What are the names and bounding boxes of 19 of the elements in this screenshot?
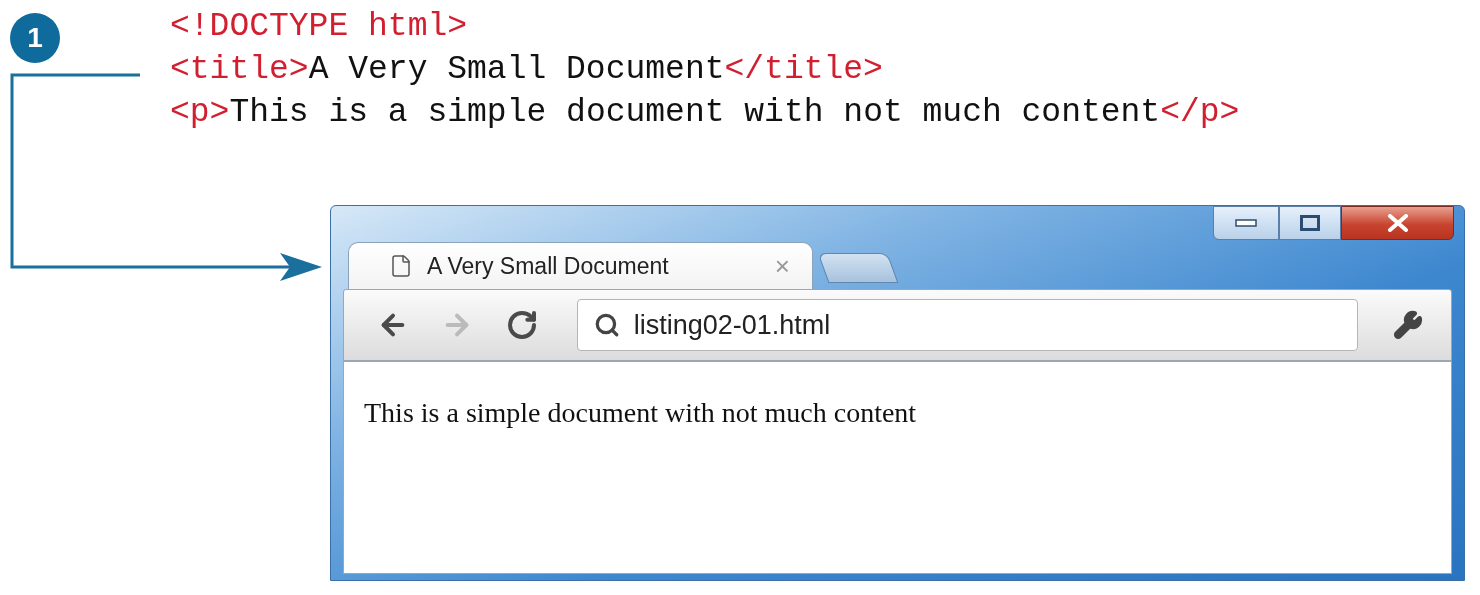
page-text: This is a simple document with not much content: [364, 396, 917, 430]
close-icon: [1386, 214, 1409, 232]
code-line: <p>This is a simple document with not much content</p>: [170, 93, 1240, 133]
maximize-icon: [1300, 215, 1320, 231]
address-bar[interactable]: listing02-01.html: [576, 299, 1359, 351]
page-icon: [389, 254, 413, 278]
search-icon: [593, 312, 620, 338]
tab-title: A Very Small Document: [427, 251, 670, 281]
maximize-button[interactable]: [1279, 206, 1341, 240]
browser-tab[interactable]: A Very Small Document ×: [348, 242, 813, 289]
code-line: <title>A Very Small Document</title>: [170, 50, 883, 90]
code-line: <!DOCTYPE html>: [170, 7, 468, 47]
reload-icon: [505, 309, 538, 341]
minimize-button[interactable]: [1213, 206, 1279, 240]
close-button[interactable]: [1341, 206, 1454, 240]
minimize-icon: [1235, 219, 1257, 227]
address-text: listing02-01.html: [633, 308, 831, 342]
wrench-icon: [1392, 310, 1423, 340]
step-badge: 1: [10, 13, 60, 63]
